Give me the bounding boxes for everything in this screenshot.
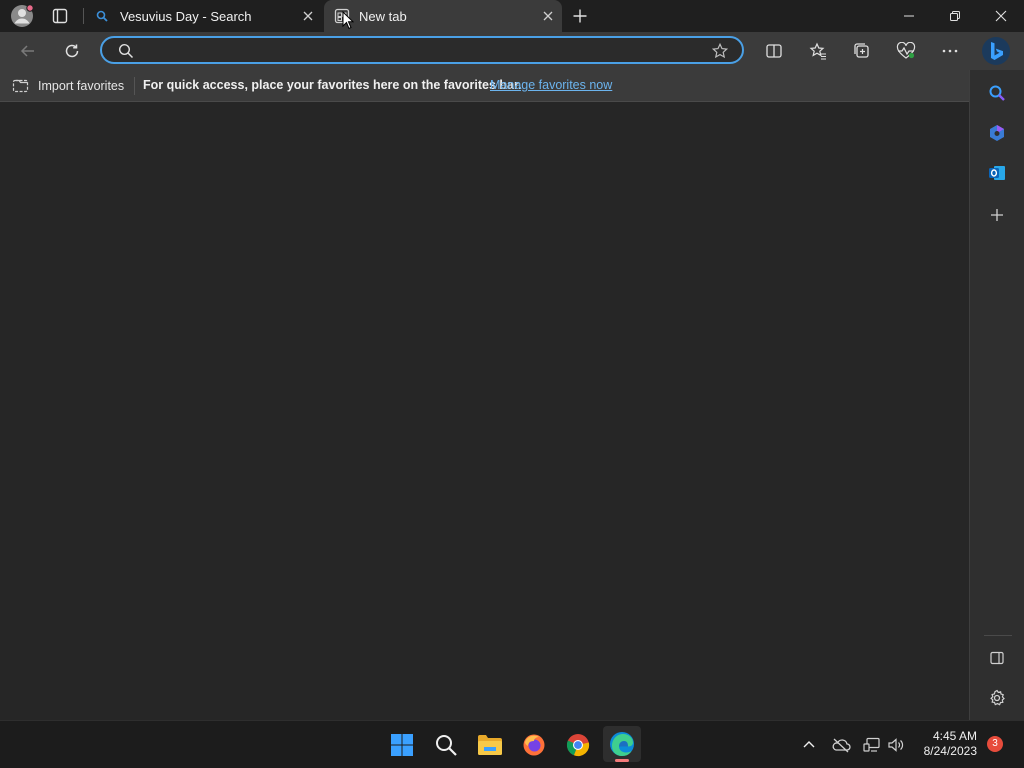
minimize-button[interactable] [892, 0, 926, 32]
gear-icon [990, 689, 1005, 706]
show-hidden-icons-button[interactable] [798, 729, 820, 761]
onedrive-tray-icon-button[interactable] [829, 729, 853, 761]
system-clock[interactable]: 4:45 AM 8/24/2023 [924, 729, 977, 759]
volume-tray-button[interactable] [885, 729, 907, 761]
profile-icon [11, 4, 34, 27]
notification-badge[interactable]: 3 [987, 736, 1003, 752]
folder-icon [478, 735, 502, 755]
collections-button[interactable] [850, 39, 874, 63]
close-icon [543, 11, 553, 21]
profile-avatar[interactable] [9, 4, 35, 28]
bing-copilot-button[interactable] [980, 34, 1012, 68]
add-favorite-star-icon[interactable] [712, 43, 728, 59]
search-icon [989, 85, 1005, 101]
tab-close-button[interactable] [300, 8, 316, 24]
page-content[interactable] [0, 102, 969, 720]
plus-icon [991, 209, 1003, 221]
more-dots-icon [942, 49, 958, 53]
collections-icon [854, 43, 869, 58]
sidebar-copilot-button[interactable] [984, 120, 1010, 146]
import-favorites-label: Import favorites [38, 79, 125, 93]
start-button[interactable] [386, 729, 418, 761]
manage-favorites-link[interactable]: Manage favorites now [490, 78, 612, 92]
import-favorites-icon [12, 79, 29, 93]
split-screen-icon [766, 44, 782, 58]
favorites-button[interactable] [806, 39, 830, 63]
favorites-star-icon [809, 42, 826, 60]
active-app-indicator [615, 759, 629, 762]
edge-sidebar [969, 70, 1024, 720]
copilot-icon [990, 125, 1004, 141]
tab-actions-button[interactable] [50, 6, 70, 26]
windows-taskbar: 4:45 AM 8/24/2023 3 [0, 720, 1024, 768]
back-arrow-icon [20, 45, 34, 57]
speaker-icon [888, 738, 904, 752]
firefox-button[interactable] [518, 729, 550, 761]
sidebar-outlook-button[interactable] [984, 160, 1010, 186]
tab-title: Vesuvius Day - Search [120, 8, 252, 24]
restore-button[interactable] [938, 0, 972, 32]
close-icon [303, 11, 313, 21]
sidebar-divider [984, 635, 1012, 636]
back-button[interactable] [16, 39, 40, 63]
windows-logo-icon [391, 734, 413, 756]
search-icon [96, 10, 108, 22]
search-icon [118, 43, 134, 59]
hide-sidebar-button[interactable] [984, 645, 1010, 671]
browser-essentials-button[interactable] [894, 39, 918, 63]
chrome-icon [566, 734, 590, 757]
split-screen-button[interactable] [762, 39, 786, 63]
address-input[interactable] [142, 40, 706, 62]
firefox-icon [523, 734, 545, 756]
file-explorer-button[interactable] [474, 729, 506, 761]
sidebar-add-button[interactable] [984, 202, 1010, 228]
close-window-button[interactable] [984, 0, 1018, 32]
refresh-icon [65, 44, 79, 58]
tab-new-tab[interactable]: New tab [324, 0, 562, 32]
tab-strip: Vesuvius Day - Search New tab [0, 0, 1024, 32]
clock-time: 4:45 AM [932, 729, 977, 743]
outlook-icon [989, 166, 1005, 180]
taskbar-search-button[interactable] [430, 729, 462, 761]
close-icon [995, 10, 1007, 22]
edge-taskbar-button[interactable] [603, 726, 641, 762]
import-favorites-button[interactable]: Import favorites [12, 74, 124, 98]
plus-icon [573, 9, 587, 23]
new-tab-button[interactable] [568, 4, 592, 28]
tab-vesuvius-search[interactable]: Vesuvius Day - Search [86, 0, 322, 32]
tab-title: New tab [359, 8, 407, 24]
network-icon [863, 737, 880, 752]
tab-actions-icon [52, 8, 68, 24]
favorites-bar: Import favorites For quick access, place… [0, 70, 969, 102]
sidebar-search-button[interactable] [984, 80, 1010, 106]
tab-divider [83, 8, 84, 24]
tab-close-button[interactable] [540, 8, 556, 24]
favorites-bar-message: For quick access, place your favorites h… [143, 78, 522, 92]
sidebar-toggle-icon [990, 651, 1004, 665]
onedrive-offline-icon [832, 738, 851, 753]
settings-and-more-button[interactable] [938, 39, 962, 63]
restore-icon [950, 11, 960, 21]
favorites-divider [134, 77, 135, 95]
mouse-cursor-icon [342, 11, 354, 30]
clock-date: 8/24/2023 [923, 744, 977, 758]
network-tray-button[interactable] [861, 729, 883, 761]
refresh-button[interactable] [60, 39, 84, 63]
chevron-up-icon [803, 741, 815, 748]
heart-pulse-icon [896, 42, 916, 59]
sidebar-settings-button[interactable] [984, 685, 1010, 711]
address-bar[interactable] [100, 36, 744, 64]
edge-icon [610, 732, 634, 756]
chrome-button[interactable] [562, 729, 594, 761]
minimize-icon [904, 15, 914, 17]
bing-icon [982, 37, 1010, 65]
search-icon [436, 735, 457, 756]
